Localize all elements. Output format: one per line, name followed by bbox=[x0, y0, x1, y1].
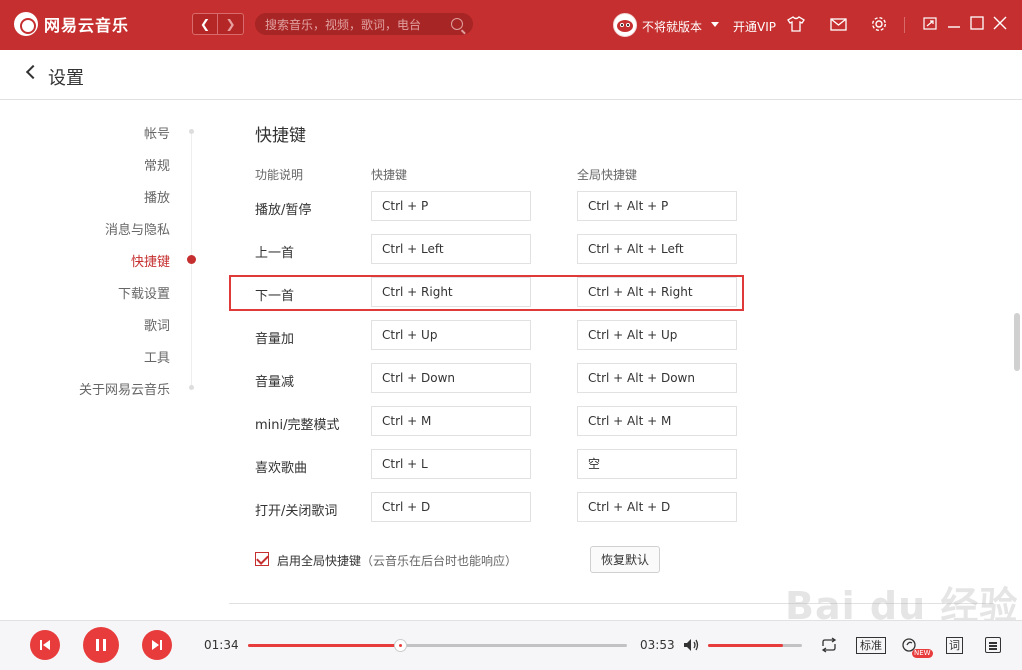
shortcut-label: 音量加 bbox=[255, 332, 295, 347]
quality-button[interactable]: 标准 bbox=[856, 637, 886, 654]
sidebar-item-download[interactable]: 下载设置 bbox=[118, 283, 170, 302]
caret-down-icon[interactable] bbox=[711, 22, 719, 27]
loop-icon[interactable] bbox=[820, 637, 838, 657]
shortcut-local-input[interactable]: Ctrl + P bbox=[371, 191, 531, 221]
next-icon[interactable] bbox=[142, 630, 172, 660]
sidebar-item-about[interactable]: 关于网易云音乐 bbox=[79, 379, 170, 398]
page-title: 设置 bbox=[48, 68, 84, 89]
volume-fill bbox=[708, 644, 784, 647]
section-title: 快捷键 bbox=[255, 126, 306, 146]
column-header-global: 全局快捷键 bbox=[577, 168, 638, 182]
minimize-icon[interactable] bbox=[946, 15, 962, 31]
titlebar-separator bbox=[904, 17, 905, 33]
shortcut-label: 上一首 bbox=[255, 246, 295, 261]
sidebar-item-shortcuts[interactable]: 快捷键 bbox=[131, 251, 170, 270]
shortcut-global-input[interactable]: Ctrl + Alt + Up bbox=[577, 320, 737, 350]
progress-slider[interactable] bbox=[248, 639, 627, 652]
column-header-local: 快捷键 bbox=[371, 168, 408, 182]
sidebar-item-account[interactable]: 帐号 bbox=[144, 123, 170, 142]
sidebar-item-playback[interactable]: 播放 bbox=[144, 187, 170, 206]
close-icon[interactable] bbox=[992, 15, 1008, 31]
gear-icon[interactable] bbox=[870, 15, 888, 33]
page-header bbox=[0, 50, 1022, 100]
avatar-face-icon bbox=[617, 20, 633, 32]
highlight-annotation bbox=[229, 275, 744, 311]
current-time: 01:34 bbox=[204, 638, 239, 652]
sidebar-item-lyrics[interactable]: 歌词 bbox=[144, 315, 170, 334]
new-badge: NEW bbox=[912, 649, 933, 658]
sidebar-dot bbox=[189, 385, 194, 390]
mini-mode-icon[interactable] bbox=[922, 15, 938, 31]
shortcut-global-input[interactable]: Ctrl + Alt + Down bbox=[577, 363, 737, 393]
shortcut-label: 打开/关闭歌词 bbox=[255, 504, 338, 519]
shortcut-global-input[interactable]: 空 bbox=[577, 449, 737, 479]
sidebar-item-privacy[interactable]: 消息与隐私 bbox=[105, 219, 170, 238]
shortcut-global-input[interactable]: Ctrl + Alt + Left bbox=[577, 234, 737, 264]
username[interactable]: 不将就版本 bbox=[642, 18, 702, 35]
column-header-desc: 功能说明 bbox=[255, 168, 304, 182]
back-arrow-icon[interactable]: ❮ bbox=[192, 13, 218, 35]
progress-fill bbox=[248, 644, 400, 647]
app-name: 网易云音乐 bbox=[44, 16, 130, 35]
enable-global-note: （云音乐在后台时也能响应） bbox=[361, 554, 518, 568]
enable-global-checkbox[interactable] bbox=[255, 552, 269, 566]
shortcut-global-input[interactable]: Ctrl + Alt + D bbox=[577, 492, 737, 522]
prev-icon[interactable] bbox=[30, 630, 60, 660]
shortcut-global-input[interactable]: Ctrl + Alt + M bbox=[577, 406, 737, 436]
forward-arrow-icon[interactable]: ❯ bbox=[218, 13, 244, 35]
shortcut-global-input[interactable]: Ctrl + Alt + P bbox=[577, 191, 737, 221]
enable-global-text: 启用全局快捷键 bbox=[277, 554, 362, 568]
total-time: 03:53 bbox=[640, 638, 675, 652]
pause-icon[interactable] bbox=[83, 627, 119, 663]
shortcut-label: mini/完整模式 bbox=[255, 418, 340, 433]
sidebar-item-general[interactable]: 常规 bbox=[144, 155, 170, 174]
reset-default-button[interactable]: 恢复默认 bbox=[590, 546, 660, 573]
shortcut-label: 喜欢歌曲 bbox=[255, 461, 308, 476]
mail-icon[interactable] bbox=[829, 15, 847, 33]
search-icon[interactable] bbox=[451, 18, 463, 30]
netease-logo-icon bbox=[14, 12, 38, 36]
progress-knob[interactable] bbox=[393, 639, 407, 652]
volume-slider[interactable] bbox=[708, 644, 802, 647]
shortcut-local-input[interactable]: Ctrl + L bbox=[371, 449, 531, 479]
title-bar bbox=[0, 0, 1022, 50]
shortcut-local-input[interactable]: Ctrl + Left bbox=[371, 234, 531, 264]
vip-link[interactable]: 开通VIP bbox=[733, 18, 776, 35]
maximize-icon[interactable] bbox=[969, 15, 985, 31]
shortcut-local-input[interactable]: Ctrl + D bbox=[371, 492, 531, 522]
shortcut-local-input[interactable]: Ctrl + Up bbox=[371, 320, 531, 350]
shortcut-label: 音量减 bbox=[255, 375, 295, 390]
lyric-button[interactable]: 词 bbox=[946, 637, 963, 654]
volume-icon[interactable] bbox=[683, 638, 699, 652]
playlist-icon[interactable] bbox=[985, 637, 1001, 653]
shortcut-local-input[interactable]: Ctrl + Down bbox=[371, 363, 531, 393]
sidebar-active-dot bbox=[187, 255, 196, 264]
search-input[interactable]: 搜索音乐，视频，歌词，电台 bbox=[255, 13, 473, 35]
shirt-icon[interactable] bbox=[787, 15, 805, 33]
sidebar-item-tools[interactable]: 工具 bbox=[144, 347, 170, 366]
search-placeholder: 搜索音乐，视频，歌词，电台 bbox=[265, 17, 422, 32]
shortcut-local-input[interactable]: Ctrl + M bbox=[371, 406, 531, 436]
enable-global-label[interactable]: 启用全局快捷键（云音乐在后台时也能响应） bbox=[277, 552, 517, 569]
history-nav: ❮ ❯ bbox=[192, 13, 244, 35]
sidebar-dot bbox=[189, 129, 194, 134]
avatar[interactable] bbox=[613, 13, 637, 37]
app-logo[interactable]: 网易云音乐 bbox=[14, 12, 129, 36]
scrollbar-thumb[interactable] bbox=[1014, 313, 1020, 371]
shortcut-label: 播放/暂停 bbox=[255, 203, 312, 218]
